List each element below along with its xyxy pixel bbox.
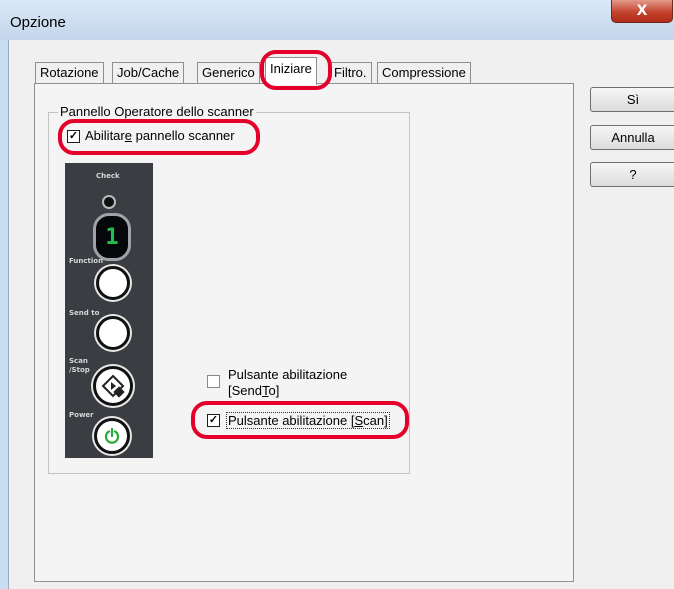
power-label: Power <box>69 411 94 419</box>
tab-generico[interactable]: Generico <box>197 62 260 83</box>
enable-panel-label[interactable]: Abilitare pannello scanner <box>85 128 235 143</box>
scan-checkbox[interactable]: ✓ <box>207 414 220 427</box>
send-to-label: Send to <box>69 309 100 317</box>
window-title: Opzione <box>10 14 66 31</box>
close-icon: X <box>636 3 648 19</box>
group-title: Pannello Operatore dello scanner <box>58 104 256 119</box>
send-to-button-icon <box>96 316 130 350</box>
function-button-icon <box>96 266 130 300</box>
enable-panel-checkbox[interactable]: ✓ <box>67 130 80 143</box>
sendto-label-line2[interactable]: [SendTo] <box>228 383 279 398</box>
tab-filtro[interactable]: Filtro. <box>329 62 372 83</box>
scan-label[interactable]: Pulsante abilitazione [Scan] <box>226 412 390 429</box>
function-label: Function <box>69 257 104 265</box>
title-bar <box>0 0 674 40</box>
power-button-icon <box>94 418 130 454</box>
check-led-icon <box>102 195 116 209</box>
ok-button[interactable]: Sì <box>590 87 674 112</box>
tab-iniziare[interactable]: Iniziare <box>265 57 317 85</box>
cancel-button[interactable]: Annulla <box>590 125 674 150</box>
scan-stop-button-icon <box>93 366 133 406</box>
sendto-label-line1[interactable]: Pulsante abilitazione <box>228 367 347 382</box>
tab-job-cache[interactable]: Job/Cache <box>112 62 185 83</box>
tab-rotazione[interactable]: Rotazione <box>35 62 104 83</box>
scan-stop-label-1: Scan <box>69 357 88 365</box>
check-label: Check <box>96 172 120 180</box>
sendto-checkbox[interactable] <box>207 375 220 388</box>
help-button[interactable]: ? <box>590 162 674 187</box>
function-number-display: 1 <box>93 213 131 261</box>
tab-compressione[interactable]: Compressione <box>377 62 471 83</box>
close-button[interactable]: X <box>611 0 673 23</box>
scan-stop-label-2: /Stop <box>69 366 90 374</box>
